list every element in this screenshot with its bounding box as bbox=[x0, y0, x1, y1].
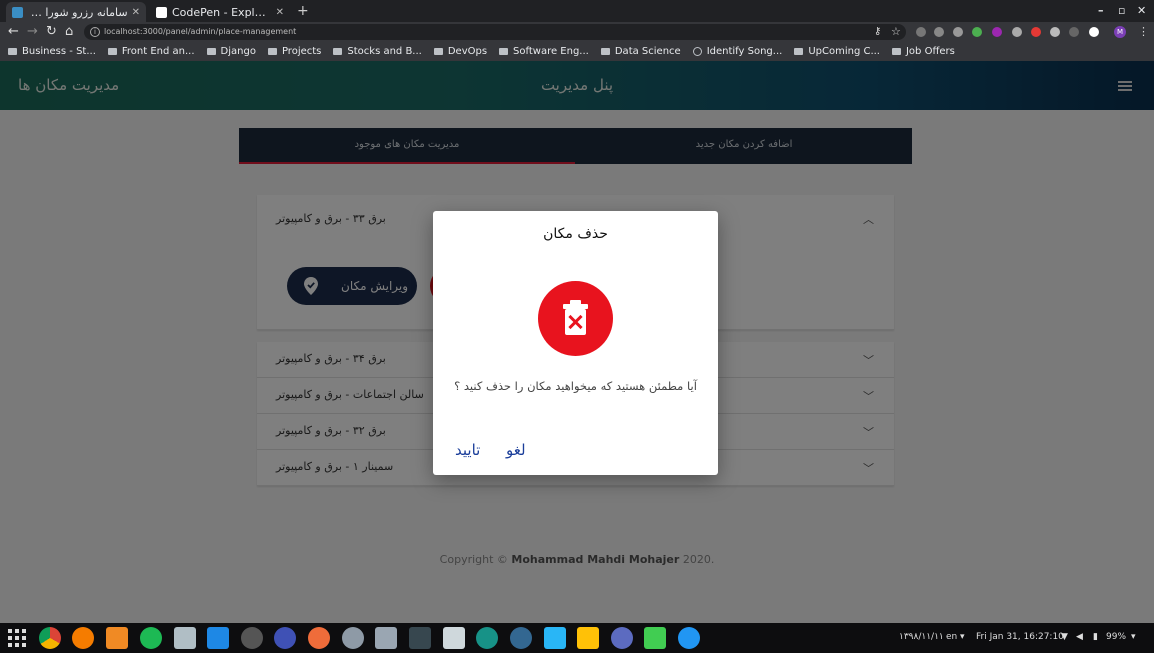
star-icon[interactable]: ☆ bbox=[891, 25, 901, 38]
confirm-button[interactable]: تایید bbox=[455, 441, 480, 459]
globe-icon bbox=[692, 47, 702, 56]
folder-icon bbox=[433, 48, 443, 55]
remote-icon[interactable] bbox=[544, 627, 566, 649]
cancel-button[interactable]: لغو bbox=[506, 441, 526, 459]
bookmark-item[interactable]: Front End an... bbox=[107, 46, 195, 57]
browser-tab-codepen[interactable]: CodePen - Explore ✕ bbox=[150, 2, 290, 22]
address-bar[interactable]: i localhost:3000/panel/admin/place-manag… bbox=[84, 24, 906, 40]
folder-icon bbox=[267, 48, 277, 55]
codepen-favicon-icon bbox=[156, 6, 167, 18]
browser-toolbar: ← → ↻ ⌂ i localhost:3000/panel/admin/pla… bbox=[0, 22, 1154, 42]
new-tab-icon[interactable]: + bbox=[297, 3, 309, 19]
browser-tab-strip: سامانه رزرو شورا ها ، سم.. ✕ CodePen - E… bbox=[0, 0, 1154, 22]
gitkraken-icon[interactable] bbox=[476, 627, 498, 649]
bookmark-item[interactable]: Django bbox=[206, 46, 256, 57]
postgresql-icon[interactable] bbox=[510, 627, 532, 649]
clock[interactable]: Fri Jan 31, 16:27:10 bbox=[976, 632, 1064, 642]
spotify-icon[interactable] bbox=[140, 627, 162, 649]
url-text: localhost:3000/panel/admin/place-managem… bbox=[104, 27, 297, 36]
extension-icon[interactable] bbox=[916, 27, 926, 37]
close-tab-icon[interactable]: ✕ bbox=[132, 7, 140, 18]
dialog-title: حذف مکان bbox=[543, 226, 608, 242]
bookmark-item[interactable]: DevOps bbox=[433, 46, 487, 57]
back-icon[interactable]: ← bbox=[8, 24, 19, 39]
files-icon[interactable] bbox=[174, 627, 196, 649]
key-icon[interactable]: ⚷ bbox=[874, 26, 881, 37]
mail-icon[interactable] bbox=[577, 627, 599, 649]
package-icon[interactable] bbox=[443, 627, 465, 649]
terminal-icon[interactable] bbox=[409, 627, 431, 649]
trash-icon-circle bbox=[538, 281, 613, 356]
modal-backdrop-header[interactable] bbox=[0, 61, 1154, 110]
vlc-icon[interactable] bbox=[106, 627, 128, 649]
dialog-message: آیا مطمئن هستید که میخواهید مکان را حذف … bbox=[454, 379, 697, 393]
folder-icon bbox=[8, 48, 17, 55]
extension-icon[interactable] bbox=[972, 27, 982, 37]
home-icon[interactable]: ⌂ bbox=[65, 24, 73, 39]
bookmark-item[interactable]: Identify Song... bbox=[692, 46, 782, 57]
extension-icon[interactable] bbox=[1050, 27, 1060, 37]
close-tab-icon[interactable]: ✕ bbox=[276, 7, 284, 18]
app-grid-icon[interactable] bbox=[8, 629, 26, 647]
folder-icon bbox=[499, 48, 509, 55]
extension-icon[interactable] bbox=[992, 27, 1002, 37]
reload-icon[interactable]: ↻ bbox=[46, 24, 57, 39]
browser-tab-active[interactable]: سامانه رزرو شورا ها ، سم.. ✕ bbox=[6, 2, 146, 22]
minimize-icon[interactable]: – bbox=[1098, 4, 1104, 17]
react-favicon-icon bbox=[12, 6, 23, 18]
trash-icon bbox=[563, 300, 588, 335]
volume-icon[interactable]: ◀ bbox=[1076, 632, 1083, 642]
folder-icon bbox=[206, 48, 216, 55]
restore-icon[interactable]: ▫ bbox=[1118, 4, 1125, 17]
folder-icon bbox=[333, 48, 343, 55]
wifi-icon[interactable]: ▼ bbox=[1061, 632, 1068, 642]
qt-icon[interactable] bbox=[644, 627, 666, 649]
eclipse-icon[interactable] bbox=[274, 627, 296, 649]
battery-icon[interactable]: ▮ bbox=[1093, 632, 1098, 642]
bookmark-item[interactable]: Stocks and B... bbox=[333, 46, 422, 57]
download-icon[interactable] bbox=[678, 627, 700, 649]
folder-icon bbox=[794, 48, 804, 55]
chrome-icon[interactable] bbox=[39, 627, 61, 649]
extension-icon[interactable] bbox=[1089, 27, 1099, 37]
extension-icon[interactable] bbox=[1012, 27, 1022, 37]
tab-title: سامانه رزرو شورا ها ، سم.. bbox=[28, 5, 128, 19]
chevron-down-icon[interactable]: ▾ bbox=[960, 632, 965, 642]
vscode-icon[interactable] bbox=[207, 627, 229, 649]
postman-icon[interactable] bbox=[308, 627, 330, 649]
delete-place-dialog: حذف مکان آیا مطمئن هستید که میخواهید مکا… bbox=[433, 211, 718, 475]
bookmark-item[interactable]: Business - St... bbox=[8, 46, 96, 57]
bookmark-item[interactable]: Data Science bbox=[600, 46, 681, 57]
extension-icon[interactable] bbox=[1069, 27, 1079, 37]
forward-icon[interactable]: → bbox=[27, 24, 38, 39]
inkscape-icon[interactable] bbox=[241, 627, 263, 649]
chevron-down-icon[interactable]: ▾ bbox=[1131, 632, 1136, 642]
language-indicator[interactable]: en bbox=[946, 632, 957, 642]
extension-icon[interactable] bbox=[934, 27, 944, 37]
extension-icon[interactable] bbox=[953, 27, 963, 37]
extension-icon[interactable] bbox=[1031, 27, 1041, 37]
bookmarks-bar: Business - St... Front End an... Django … bbox=[0, 42, 1154, 61]
bookmark-item[interactable]: Software Eng... bbox=[499, 46, 589, 57]
monitor-icon[interactable] bbox=[375, 627, 397, 649]
folder-icon bbox=[891, 48, 901, 55]
profile-avatar[interactable]: M bbox=[1114, 26, 1126, 38]
bookmark-item[interactable]: UpComing C... bbox=[794, 46, 880, 57]
network-icon[interactable] bbox=[611, 627, 633, 649]
folder-icon bbox=[600, 48, 610, 55]
bookmark-item[interactable]: Job Offers bbox=[891, 46, 955, 57]
close-window-icon[interactable]: ✕ bbox=[1137, 4, 1146, 17]
settings-icon[interactable] bbox=[342, 627, 364, 649]
firefox-icon[interactable] bbox=[72, 627, 94, 649]
tab-title: CodePen - Explore bbox=[172, 5, 272, 19]
persian-date: ۱۳۹۸/۱۱/۱۱ bbox=[899, 632, 944, 642]
battery-level: 99% bbox=[1106, 632, 1127, 642]
bookmark-item[interactable]: Projects bbox=[267, 46, 321, 57]
os-taskbar: ۱۳۹۸/۱۱/۱۱ en ▾ Fri Jan 31, 16:27:10 ▼ ◀… bbox=[0, 623, 1154, 653]
folder-icon bbox=[107, 48, 117, 55]
menu-dots-icon[interactable]: ⋮ bbox=[1138, 25, 1149, 38]
site-info-icon[interactable]: i bbox=[90, 27, 100, 37]
